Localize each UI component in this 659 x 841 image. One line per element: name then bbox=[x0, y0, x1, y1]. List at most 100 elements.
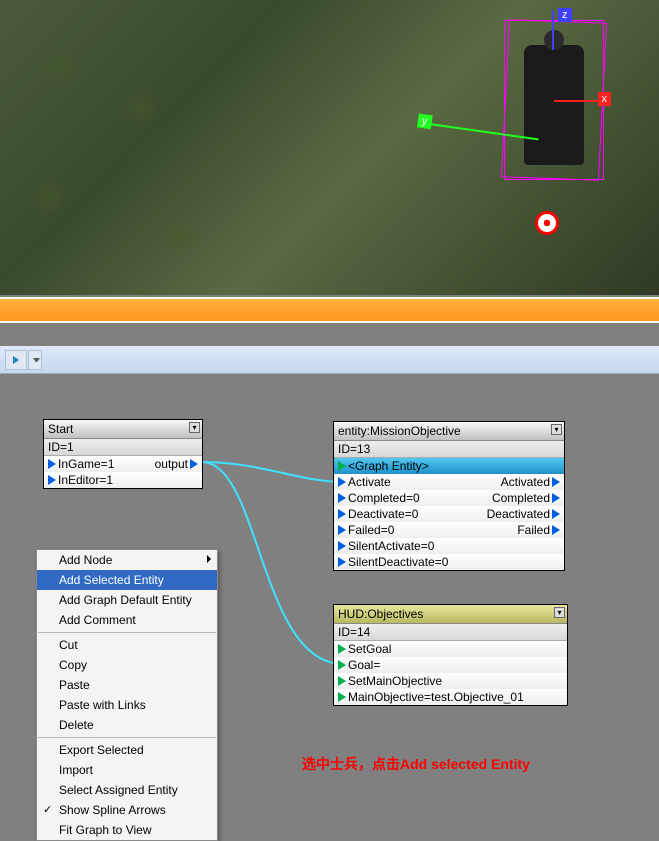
collapse-icon[interactable]: ▾ bbox=[554, 607, 565, 618]
port-in-icon[interactable] bbox=[338, 660, 346, 670]
gizmo-x-axis[interactable] bbox=[554, 100, 609, 102]
node-port-row: MainObjective=test.Objective_01 bbox=[334, 689, 567, 705]
flowgraph-canvas[interactable]: Start ▾ ID=1 InGame=1 output InEditor=1 … bbox=[0, 374, 659, 791]
port-in-icon[interactable] bbox=[338, 525, 346, 535]
terrain-grass bbox=[160, 220, 200, 255]
port-label: output bbox=[155, 457, 188, 471]
checkmark-icon: ✓ bbox=[43, 803, 52, 816]
context-menu: Add Node Add Selected Entity Add Graph D… bbox=[36, 549, 218, 841]
node-header[interactable]: HUD:Objectives ▾ bbox=[334, 605, 567, 624]
submenu-arrow-icon bbox=[207, 555, 211, 563]
menu-paste-with-links[interactable]: Paste with Links bbox=[37, 695, 217, 715]
separator-bar bbox=[0, 297, 659, 323]
menu-import[interactable]: Import bbox=[37, 760, 217, 780]
port-in-icon[interactable] bbox=[48, 459, 56, 469]
port-label: Failed=0 bbox=[348, 523, 394, 537]
menu-export-selected[interactable]: Export Selected bbox=[37, 740, 217, 760]
nav-dropdown-button[interactable] bbox=[28, 350, 42, 370]
node-port-row: Completed=0 Completed bbox=[334, 490, 564, 506]
port-in-icon[interactable] bbox=[338, 477, 346, 487]
node-port-row: Failed=0 Failed bbox=[334, 522, 564, 538]
menu-label: Show Spline Arrows bbox=[59, 803, 166, 817]
port-label: Deactivate=0 bbox=[348, 507, 418, 521]
node-port-row: InGame=1 output bbox=[44, 456, 202, 472]
port-in-icon[interactable] bbox=[338, 541, 346, 551]
node-start[interactable]: Start ▾ ID=1 InGame=1 output InEditor=1 bbox=[43, 419, 203, 489]
node-port-row: Goal= bbox=[334, 657, 567, 673]
port-out-icon[interactable] bbox=[552, 477, 560, 487]
node-port-row: SilentDeactivate=0 bbox=[334, 554, 564, 570]
port-label: SilentDeactivate=0 bbox=[348, 555, 448, 569]
port-in-icon[interactable] bbox=[338, 493, 346, 503]
instruction-annotation: 选中士兵，点击Add selected Entity bbox=[302, 754, 530, 774]
node-header[interactable]: Start ▾ bbox=[44, 420, 202, 439]
port-label: Deactivated bbox=[487, 507, 550, 521]
node-port-row: InEditor=1 bbox=[44, 472, 202, 488]
port-in-icon[interactable] bbox=[338, 676, 346, 686]
port-in-icon[interactable] bbox=[338, 509, 346, 519]
node-mission-objective[interactable]: entity:MissionObjective ▾ ID=13 <Graph E… bbox=[333, 421, 565, 571]
node-title: Start bbox=[48, 422, 73, 436]
menu-add-comment[interactable]: Add Comment bbox=[37, 610, 217, 630]
node-title: entity:MissionObjective bbox=[338, 424, 461, 438]
flowgraph-toolbar bbox=[0, 346, 659, 374]
port-in-icon[interactable] bbox=[338, 692, 346, 702]
port-label: SetGoal bbox=[348, 642, 391, 656]
soldier-entity[interactable] bbox=[524, 45, 584, 165]
node-title: HUD:Objectives bbox=[338, 607, 423, 621]
port-out-icon[interactable] bbox=[552, 525, 560, 535]
nav-forward-button[interactable] bbox=[5, 350, 27, 370]
node-port-row: Deactivate=0 Deactivated bbox=[334, 506, 564, 522]
node-id: ID=13 bbox=[334, 441, 564, 458]
collapse-icon[interactable]: ▾ bbox=[551, 424, 562, 435]
menu-paste[interactable]: Paste bbox=[37, 675, 217, 695]
port-label: SilentActivate=0 bbox=[348, 539, 434, 553]
port-out-icon[interactable] bbox=[552, 493, 560, 503]
gizmo-z-axis[interactable] bbox=[552, 10, 554, 50]
menu-delete[interactable]: Delete bbox=[37, 715, 217, 735]
arrow-right-icon bbox=[13, 356, 19, 364]
port-out-icon[interactable] bbox=[552, 509, 560, 519]
menu-separator bbox=[38, 737, 216, 738]
3d-viewport[interactable] bbox=[0, 0, 659, 295]
port-in-icon[interactable] bbox=[338, 644, 346, 654]
menu-add-node[interactable]: Add Node bbox=[37, 550, 217, 570]
terrain-grass bbox=[120, 90, 160, 125]
menu-label: Add Node bbox=[59, 553, 112, 567]
port-in-icon[interactable] bbox=[338, 557, 346, 567]
menu-add-graph-default-entity[interactable]: Add Graph Default Entity bbox=[37, 590, 217, 610]
node-hud-objectives[interactable]: HUD:Objectives ▾ ID=14 SetGoal Goal= Set… bbox=[333, 604, 568, 706]
port-label: Failed bbox=[517, 523, 550, 537]
port-label: Activated bbox=[501, 475, 550, 489]
port-label: Activate bbox=[348, 475, 391, 489]
port-label: InEditor=1 bbox=[58, 473, 113, 487]
node-port-row: SilentActivate=0 bbox=[334, 538, 564, 554]
node-port-row: SetGoal bbox=[334, 641, 567, 657]
terrain-grass bbox=[40, 50, 80, 85]
node-header[interactable]: entity:MissionObjective ▾ bbox=[334, 422, 564, 441]
port-in-icon[interactable] bbox=[338, 461, 346, 471]
graph-entity-row[interactable]: <Graph Entity> bbox=[334, 458, 564, 474]
node-port-row: SetMainObjective bbox=[334, 673, 567, 689]
node-id: ID=14 bbox=[334, 624, 567, 641]
menu-cut[interactable]: Cut bbox=[37, 635, 217, 655]
port-label: Completed=0 bbox=[348, 491, 420, 505]
port-in-icon[interactable] bbox=[48, 475, 56, 485]
port-label: <Graph Entity> bbox=[348, 459, 429, 473]
collapse-icon[interactable]: ▾ bbox=[189, 422, 200, 433]
port-out-icon[interactable] bbox=[190, 459, 198, 469]
port-label: Completed bbox=[492, 491, 550, 505]
menu-fit-graph-to-view[interactable]: Fit Graph to View bbox=[37, 820, 217, 840]
node-port-row: Activate Activated bbox=[334, 474, 564, 490]
port-label: SetMainObjective bbox=[348, 674, 442, 688]
chevron-down-icon bbox=[33, 358, 40, 362]
menu-add-selected-entity[interactable]: Add Selected Entity bbox=[37, 570, 217, 590]
port-label: Goal= bbox=[348, 658, 380, 672]
menu-select-assigned-entity[interactable]: Select Assigned Entity bbox=[37, 780, 217, 800]
port-label: MainObjective=test.Objective_01 bbox=[348, 690, 524, 704]
menu-show-spline-arrows[interactable]: ✓ Show Spline Arrows bbox=[37, 800, 217, 820]
menu-copy[interactable]: Copy bbox=[37, 655, 217, 675]
port-label: InGame=1 bbox=[58, 457, 114, 471]
menu-separator bbox=[38, 632, 216, 633]
node-id: ID=1 bbox=[44, 439, 202, 456]
